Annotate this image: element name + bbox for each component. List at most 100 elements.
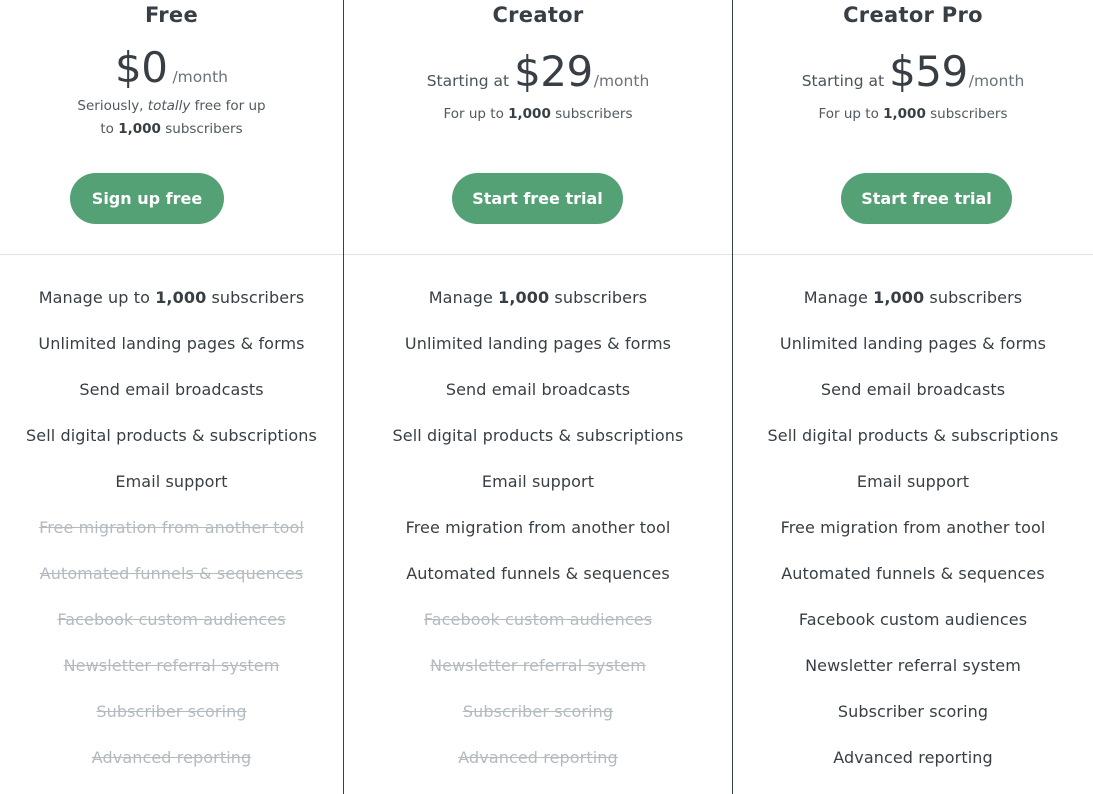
feature-item: Unlimited landing pages & forms xyxy=(0,332,343,378)
plan-name: Creator xyxy=(492,3,584,27)
sign-up-free-button[interactable]: Sign up free xyxy=(70,173,224,224)
price-row: $0 /month xyxy=(115,43,228,93)
feature-text: Newsletter referral system xyxy=(805,656,1021,675)
price-amount: $59 xyxy=(889,47,968,96)
feature-text: Free migration from another tool xyxy=(39,518,304,537)
feature-text: Subscriber scoring xyxy=(462,702,614,721)
feature-text: subscribers xyxy=(206,288,305,307)
plan-header: Creator Starting at $29 /month For up to… xyxy=(344,0,732,255)
feature-list: Manage 1,000 subscribers Unlimited landin… xyxy=(733,286,1093,792)
feature-item-unavailable: Free migration from another tool xyxy=(0,516,343,562)
price-prefix: Starting at xyxy=(801,72,885,90)
subtitle-text: subscribers xyxy=(550,106,633,122)
feature-item: Send email broadcasts xyxy=(344,378,732,424)
feature-text: Email support xyxy=(115,472,228,491)
feature-item: Facebook custom audiences xyxy=(733,608,1093,654)
feature-list: Manage up to 1,000 subscribers Unlimited … xyxy=(0,286,343,792)
plan-subtitle: Seriously, totally free for up to 1,000 … xyxy=(72,95,272,141)
feature-item-unavailable: Advanced reporting xyxy=(0,746,343,792)
plan-subtitle: For up to 1,000 subscribers xyxy=(443,103,632,126)
feature-text: Sell digital products & subscriptions xyxy=(26,426,317,445)
feature-text: Automated funnels & sequences xyxy=(781,564,1045,583)
price-row: Starting at $29 /month xyxy=(427,47,650,97)
price-amount: $0 xyxy=(115,43,168,92)
feature-item: Subscriber scoring xyxy=(733,700,1093,746)
feature-text: Sell digital products & subscriptions xyxy=(392,426,684,445)
subtitle-text: For up to xyxy=(818,106,884,122)
feature-item: Unlimited landing pages & forms xyxy=(733,332,1093,378)
subtitle-text: Seriously, xyxy=(77,98,148,114)
plan-creator-pro: Creator Pro Starting at $59 /month For u… xyxy=(732,0,1093,794)
feature-item-unavailable: Facebook custom audiences xyxy=(344,608,732,654)
feature-text: Unlimited landing pages & forms xyxy=(404,334,672,353)
price-period: /month xyxy=(593,72,650,90)
feature-text: Subscriber scoring xyxy=(837,702,989,721)
feature-count: 1,000 xyxy=(873,288,925,307)
feature-text: Newsletter referral system xyxy=(63,656,280,675)
feature-item: Email support xyxy=(0,470,343,516)
feature-text: Automated funnels & sequences xyxy=(39,564,304,583)
feature-item-unavailable: Newsletter referral system xyxy=(344,654,732,700)
feature-item: Sell digital products & subscriptions xyxy=(0,424,343,470)
plan-header: Free $0 /month Seriously, totally free f… xyxy=(0,0,343,255)
feature-item: Sell digital products & subscriptions xyxy=(344,424,732,470)
subtitle-emphasis: totally xyxy=(147,98,191,114)
feature-text: Send email broadcasts xyxy=(820,380,1006,399)
plan-header: Creator Pro Starting at $59 /month For u… xyxy=(733,0,1093,255)
feature-text: Subscriber scoring xyxy=(96,702,247,721)
start-free-trial-button[interactable]: Start free trial xyxy=(452,173,623,224)
feature-text: Send email broadcasts xyxy=(445,380,631,399)
price-row: Starting at $59 /month xyxy=(802,47,1025,97)
feature-item: Automated funnels & sequences xyxy=(344,562,732,608)
plan-free: Free $0 /month Seriously, totally free f… xyxy=(0,0,343,794)
price-period: /month xyxy=(172,68,228,86)
feature-text: Free migration from another tool xyxy=(780,518,1046,537)
feature-item: Free migration from another tool xyxy=(733,516,1093,562)
feature-item: Sell digital products & subscriptions xyxy=(733,424,1093,470)
feature-item: Email support xyxy=(733,470,1093,516)
feature-item: Email support xyxy=(344,470,732,516)
feature-list: Manage 1,000 subscribers Unlimited landin… xyxy=(344,286,732,792)
feature-text: Manage xyxy=(803,288,874,307)
feature-text: Advanced reporting xyxy=(833,748,993,767)
feature-text: Manage xyxy=(428,288,499,307)
feature-text: Email support xyxy=(856,472,970,491)
price-amount: $29 xyxy=(514,47,593,96)
subtitle-text: subscribers xyxy=(160,121,243,137)
feature-text: Sell digital products & subscriptions xyxy=(767,426,1059,445)
plan-name: Free xyxy=(144,3,199,27)
feature-count: 1,000 xyxy=(155,288,207,307)
feature-item-unavailable: Newsletter referral system xyxy=(0,654,343,700)
feature-text: Advanced reporting xyxy=(458,748,618,767)
feature-item: Free migration from another tool xyxy=(344,516,732,562)
feature-count: 1,000 xyxy=(498,288,550,307)
feature-item-unavailable: Automated funnels & sequences xyxy=(0,562,343,608)
start-free-trial-button[interactable]: Start free trial xyxy=(841,173,1012,224)
subtitle-text: subscribers xyxy=(925,106,1008,122)
feature-text: Unlimited landing pages & forms xyxy=(38,334,305,353)
feature-text: Automated funnels & sequences xyxy=(406,564,670,583)
feature-text: Facebook custom audiences xyxy=(798,610,1028,629)
feature-text: Unlimited landing pages & forms xyxy=(779,334,1047,353)
feature-text: subscribers xyxy=(549,288,648,307)
subtitle-count: 1,000 xyxy=(508,106,551,122)
feature-item: Manage 1,000 subscribers xyxy=(733,286,1093,332)
price-prefix: Starting at xyxy=(426,72,510,90)
feature-text: Manage up to xyxy=(38,288,156,307)
subtitle-count: 1,000 xyxy=(118,121,161,137)
pricing-table: Free $0 /month Seriously, totally free f… xyxy=(0,0,1093,794)
feature-text: Newsletter referral system xyxy=(430,656,646,675)
feature-item-unavailable: Subscriber scoring xyxy=(344,700,732,746)
feature-text: Email support xyxy=(481,472,595,491)
feature-item: Send email broadcasts xyxy=(733,378,1093,424)
feature-item: Advanced reporting xyxy=(733,746,1093,792)
subtitle-text: For up to xyxy=(443,106,509,122)
feature-text: Facebook custom audiences xyxy=(423,610,653,629)
feature-text: Send email broadcasts xyxy=(79,380,264,399)
plan-name: Creator Pro xyxy=(843,3,983,27)
feature-item: Newsletter referral system xyxy=(733,654,1093,700)
price-period: /month xyxy=(968,72,1025,90)
feature-text: subscribers xyxy=(924,288,1023,307)
subtitle-count: 1,000 xyxy=(883,106,926,122)
feature-text: Facebook custom audiences xyxy=(57,610,286,629)
